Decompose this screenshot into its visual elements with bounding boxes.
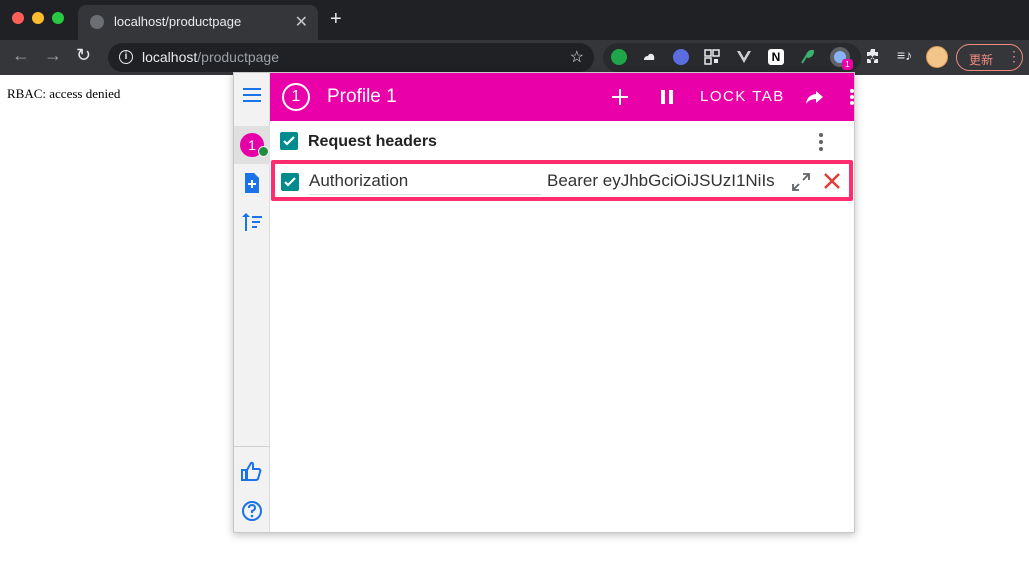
url-text: localhost/productpage xyxy=(142,49,279,65)
header-row: Authorization Bearer eyJhbGciOiJSUzI1NiI… xyxy=(271,160,853,201)
sidebar-divider xyxy=(234,446,270,447)
section-more-icon[interactable] xyxy=(816,131,826,153)
expand-icon[interactable] xyxy=(790,171,812,193)
notion-extension-icon[interactable]: N xyxy=(768,49,784,65)
browser-tab[interactable]: localhost/productpage ✕ xyxy=(78,5,318,40)
header-enabled-checkbox[interactable] xyxy=(281,173,299,191)
extension-badge: 1 xyxy=(842,59,853,70)
modheader-extension-icon[interactable]: 1 xyxy=(830,47,853,70)
request-headers-checkbox[interactable] xyxy=(280,132,298,150)
more-vert-icon: ⋮ xyxy=(1007,48,1021,64)
puzzle-icon[interactable] xyxy=(865,48,881,64)
evernote-extension-icon[interactable] xyxy=(611,49,627,65)
pause-icon[interactable] xyxy=(653,83,681,111)
maximize-window-button[interactable] xyxy=(52,12,64,24)
tab-title: localhost/productpage xyxy=(114,14,242,29)
sort-profiles-button[interactable] xyxy=(234,204,270,240)
info-icon[interactable]: i xyxy=(119,50,133,64)
browser-tabstrip: localhost/productpage ✕ + xyxy=(0,0,1029,40)
bookmark-star-icon[interactable]: ☆ xyxy=(570,47,584,67)
checkmark-icon xyxy=(284,177,296,187)
vue-extension-icon[interactable] xyxy=(736,49,752,65)
page-body-text: RBAC: access denied xyxy=(7,86,121,101)
add-profile-button[interactable] xyxy=(234,165,270,201)
url-path: /productpage xyxy=(197,49,279,65)
qr-code-extension-icon[interactable] xyxy=(704,49,720,65)
cloud-extension-icon[interactable] xyxy=(641,49,657,65)
checkmark-icon xyxy=(283,136,295,146)
check-circle-extension-icon[interactable] xyxy=(673,49,689,65)
close-window-button[interactable] xyxy=(12,12,24,24)
new-tab-icon[interactable]: + xyxy=(330,9,342,29)
reload-icon[interactable]: ↻ xyxy=(76,45,91,66)
help-icon xyxy=(242,501,262,521)
more-vert-icon[interactable] xyxy=(847,83,857,111)
extensions-area: N 1 xyxy=(603,43,861,72)
popup-appbar: 1 Profile 1 LOCK TAB xyxy=(270,73,854,121)
check-badge-icon xyxy=(258,146,269,157)
profile-avatar[interactable] xyxy=(926,46,948,68)
globe-icon xyxy=(90,15,104,29)
leaf-extension-icon[interactable] xyxy=(799,49,815,65)
back-arrow-icon[interactable]: ← xyxy=(12,45,30,66)
request-headers-section: Request headers xyxy=(270,121,854,161)
popup-sidebar: 1 xyxy=(234,73,270,532)
thumbs-up-icon xyxy=(241,461,262,481)
browser-toolbar: ← → ↻ i localhost/productpage ☆ N 1 ≡♪ 更… xyxy=(0,40,1029,75)
sort-icon xyxy=(242,213,262,231)
lock-tab-button[interactable]: LOCK TAB xyxy=(700,88,785,105)
share-icon[interactable] xyxy=(800,83,828,111)
delete-x-icon[interactable] xyxy=(821,170,843,192)
url-host: localhost xyxy=(142,49,198,65)
address-bar[interactable]: i localhost/productpage ☆ xyxy=(108,43,594,72)
forward-arrow-icon[interactable]: → xyxy=(44,45,62,66)
header-value-input[interactable]: Bearer eyJhbGciOiJSUzI1NiIs xyxy=(547,171,787,195)
profile-number-badge: 1 xyxy=(282,83,310,111)
media-queue-icon[interactable]: ≡♪ xyxy=(897,47,912,63)
update-label: 更新 xyxy=(969,53,994,67)
add-file-icon xyxy=(245,173,259,193)
extension-popup: 1 1 Profile 1 LOCK TAB Request headers A… xyxy=(233,72,855,533)
add-icon[interactable] xyxy=(606,83,634,111)
help-button[interactable] xyxy=(234,493,270,529)
feedback-button[interactable] xyxy=(234,453,270,489)
profile-title[interactable]: Profile 1 xyxy=(327,86,397,108)
tab-close-icon[interactable]: ✕ xyxy=(295,12,308,32)
update-button[interactable]: 更新 ⋮ xyxy=(956,44,1023,71)
minimize-window-button[interactable] xyxy=(32,12,44,24)
section-title: Request headers xyxy=(308,133,437,150)
menu-icon xyxy=(243,88,261,102)
header-name-input[interactable]: Authorization xyxy=(309,171,541,195)
menu-button[interactable] xyxy=(234,77,270,113)
